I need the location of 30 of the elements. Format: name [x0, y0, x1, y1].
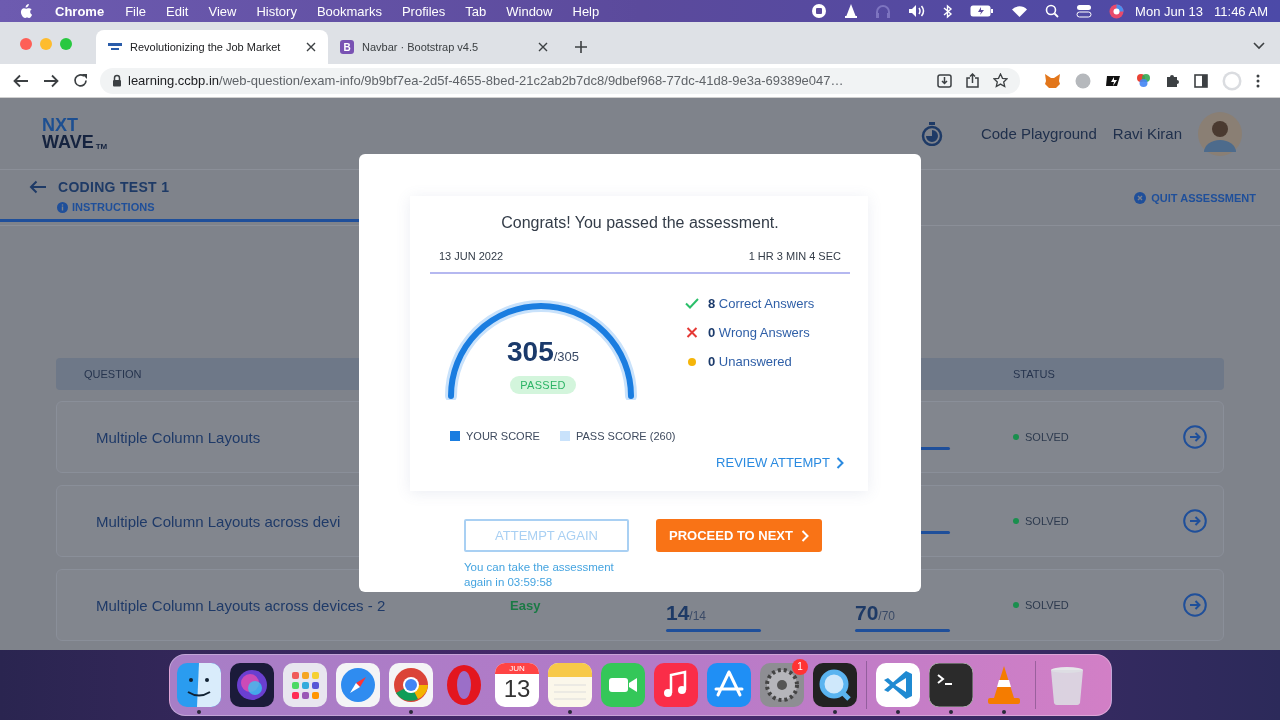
stat-text: 0 Unanswered	[708, 354, 792, 369]
score-value: 14/14	[666, 600, 708, 625]
logo-text: NXT	[42, 116, 79, 134]
date-label: 13 JUN 2022	[439, 250, 504, 262]
notification-badge: 1	[792, 658, 808, 675]
passed-badge: PASSED	[510, 376, 576, 394]
difficulty-label: Easy	[510, 597, 541, 613]
question-title: Multiple Column Layouts across devi	[96, 512, 341, 530]
trademark-mark: TM	[95, 141, 108, 151]
score-value: 305/305	[507, 336, 579, 368]
tab-title: Revolutionizing the Job Market	[130, 41, 282, 53]
dialog-title: Congrats! You passed the assessment.	[500, 214, 780, 232]
legend-label: YOUR SCORE	[466, 430, 540, 442]
column-header: STATUS	[1013, 368, 1055, 380]
status-label: SOLVED	[1025, 431, 1069, 443]
stat-text: 0 Wrong Answers	[708, 325, 810, 340]
status-label: SOLVED	[1025, 599, 1069, 611]
tab-title: Navbar · Bootstrap v4.5	[362, 41, 480, 53]
question-title: Multiple Column Layouts	[96, 428, 261, 446]
duration-label: 1 HR 3 MIN 4 SEC	[748, 250, 841, 262]
stat-text: 8 Correct Answers	[708, 296, 815, 311]
status-label: SOLVED	[1025, 515, 1069, 527]
question-title: Multiple Column Layouts across devices - 2	[96, 596, 386, 614]
url-text: learning.ccbp.in/web-question/exam-info/9b9bf7ea-2d5f-4655-8bed-21c2ab2b7dc8/9dbef968-77dc-41d8-9e3a-69389e047…	[128, 73, 845, 88]
column-header: QUESTION	[83, 368, 143, 380]
logo-text: WAVE	[42, 133, 94, 151]
score-value: 70/70	[855, 600, 897, 625]
test-title: CODING TEST 1	[58, 179, 170, 195]
legend-label: PASS SCORE (260)	[575, 430, 676, 442]
site-favicon: B	[340, 40, 354, 54]
